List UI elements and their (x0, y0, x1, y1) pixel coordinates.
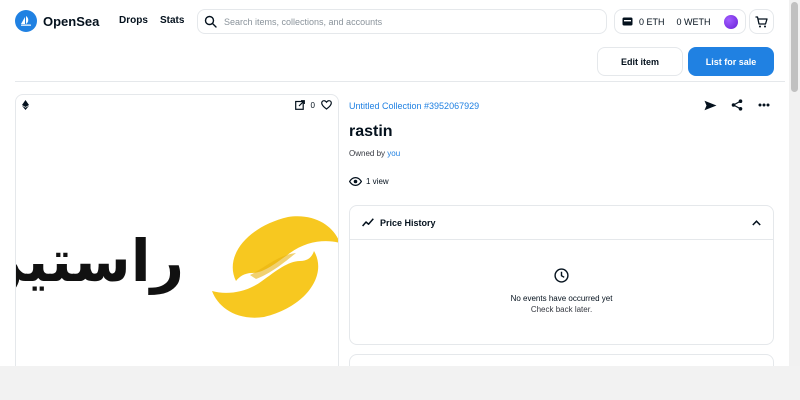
collection-link[interactable]: Untitled Collection #3952067929 (349, 101, 479, 111)
trend-icon (362, 218, 374, 227)
owner-link[interactable]: you (387, 149, 400, 158)
price-history-empty-state: No events have occurred yet Check back l… (350, 268, 773, 314)
item-artwork: راستین (16, 205, 338, 365)
opensea-logo-icon (15, 10, 37, 32)
empty-state-subtitle: Check back later. (530, 305, 593, 314)
rastin-wordmark: راستین (16, 227, 184, 296)
brand-name: OpenSea (43, 13, 100, 29)
empty-state-title: No events have occurred yet (510, 294, 613, 303)
page-scrollbar[interactable] (789, 0, 800, 366)
owned-by-label: Owned by (349, 149, 386, 158)
opensea-logo[interactable]: OpenSea (15, 10, 99, 32)
price-history-header[interactable]: Price History (350, 206, 773, 240)
wallet-icon (622, 17, 633, 26)
price-history-title: Price History (380, 217, 436, 228)
nav-link-stats[interactable]: Stats (160, 15, 184, 26)
cart-button[interactable] (749, 9, 774, 34)
bottom-band (0, 366, 800, 400)
clock-icon (350, 268, 773, 283)
more-options-icon[interactable] (757, 98, 771, 112)
heart-icon[interactable] (321, 100, 332, 110)
item-title: rastin (349, 123, 393, 140)
item-action-bar: Edit item List for sale (15, 45, 785, 82)
item-detail-actions (703, 98, 771, 112)
views-label: 1 view (366, 177, 389, 186)
edit-item-button[interactable]: Edit item (597, 47, 683, 76)
search-bar[interactable] (197, 9, 607, 34)
share-icon[interactable] (730, 98, 744, 112)
owner-line: Owned by you (349, 149, 400, 158)
rastin-logo-icon (212, 216, 338, 318)
wallet-balance[interactable]: 0 ETH 0 WETH (614, 9, 746, 34)
list-for-sale-button[interactable]: List for sale (688, 47, 774, 76)
transfer-icon[interactable] (703, 98, 717, 112)
image-card-header: 0 (16, 95, 338, 115)
ethereum-icon (22, 100, 29, 110)
favorite-count: 0 (310, 100, 315, 110)
view-count: 1 view (349, 177, 389, 186)
item-image-card: 0 راستین (15, 94, 339, 384)
artwork-text: راستین (16, 227, 184, 296)
cart-icon (755, 15, 768, 28)
search-input[interactable] (224, 16, 606, 27)
price-history-panel: Price History No events have occurred ye… (349, 205, 774, 345)
eye-icon (349, 177, 362, 186)
profile-avatar[interactable] (724, 14, 738, 29)
scroll-thumb[interactable] (791, 2, 798, 92)
search-icon (204, 15, 217, 28)
weth-balance: 0 WETH (676, 16, 711, 27)
top-nav: OpenSea Drops Stats 0 ETH 0 WETH (0, 0, 800, 44)
chevron-up-icon[interactable] (752, 219, 761, 226)
eth-balance: 0 ETH (639, 16, 665, 27)
nav-link-drops[interactable]: Drops (119, 15, 148, 26)
open-external-icon[interactable] (294, 100, 305, 110)
